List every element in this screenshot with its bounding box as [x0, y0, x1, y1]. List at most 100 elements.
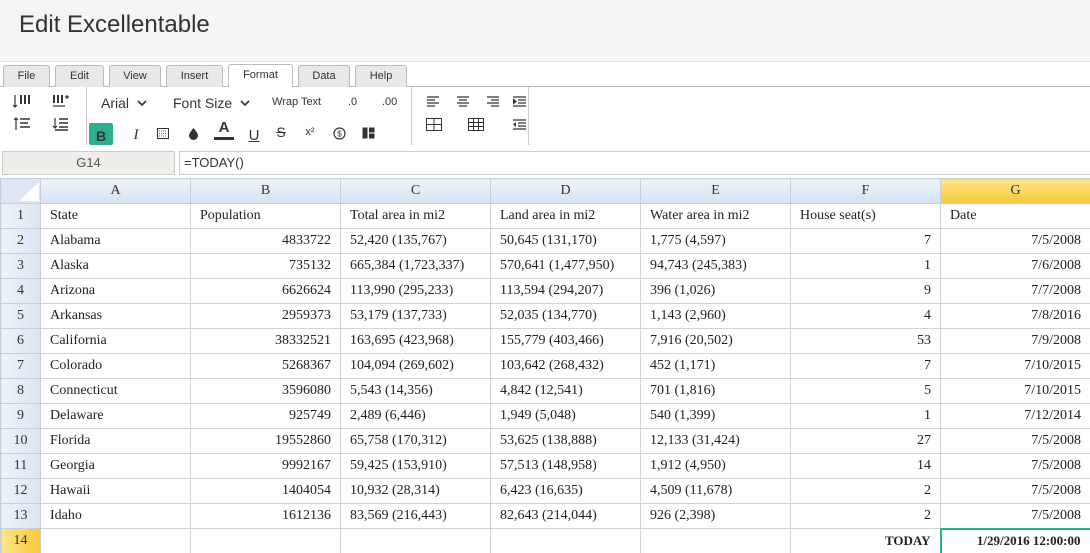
column-header-selected[interactable]: G [940, 178, 1090, 204]
column-header[interactable]: B [190, 178, 341, 204]
row-header[interactable]: 5 [0, 303, 41, 329]
column-header[interactable]: A [40, 178, 191, 204]
grid-cell[interactable]: Arizona [40, 278, 191, 304]
grid-cell[interactable]: 7 [790, 353, 941, 379]
row-header[interactable]: 2 [0, 228, 41, 254]
font-family-select[interactable]: Arial [101, 95, 147, 111]
underline-button[interactable]: U [244, 125, 264, 145]
row-header[interactable]: 8 [0, 378, 41, 404]
grid-cell[interactable]: 1 [790, 403, 941, 429]
grid-cell[interactable]: 82,643 (214,044) [490, 503, 641, 529]
grid-cell[interactable]: 7/6/2008 [940, 253, 1090, 279]
grid-cell[interactable]: 7/10/2015 [940, 378, 1090, 404]
grid-cell[interactable]: 735132 [190, 253, 341, 279]
grid-cell[interactable]: 452 (1,171) [640, 353, 791, 379]
grid-cell[interactable]: 113,990 (295,233) [340, 278, 491, 304]
column-header[interactable]: C [340, 178, 491, 204]
insert-row-icon[interactable] [12, 91, 32, 111]
grid-cell[interactable]: Total area in mi2 [340, 203, 491, 229]
grid-cell[interactable] [340, 528, 491, 553]
column-header[interactable]: E [640, 178, 791, 204]
increase-decimal-button[interactable]: .00 [382, 96, 397, 108]
grid-cell[interactable]: 53,179 (137,733) [340, 303, 491, 329]
grid-cell[interactable]: Date [940, 203, 1090, 229]
grid-cell[interactable]: 65,758 (170,312) [340, 428, 491, 454]
indent-icon[interactable] [509, 91, 529, 111]
grid-cell[interactable]: 53,625 (138,888) [490, 428, 641, 454]
grid-cell[interactable]: 52,035 (134,770) [490, 303, 641, 329]
row-header[interactable]: 6 [0, 328, 41, 354]
grid-cell[interactable] [640, 528, 791, 553]
bold-button[interactable]: B [89, 123, 113, 145]
fill-color-icon[interactable] [183, 123, 203, 143]
grid-cell[interactable]: 2959373 [190, 303, 341, 329]
grid-cell[interactable]: 6,423 (16,635) [490, 478, 641, 504]
tab-data[interactable]: Data [298, 65, 350, 87]
grid-cell[interactable]: California [40, 328, 191, 354]
formula-input[interactable]: =TODAY() [179, 151, 1090, 175]
cell-borders-icon[interactable] [424, 114, 444, 134]
indent-row-icon[interactable] [12, 114, 32, 134]
grid-cell[interactable]: Water area in mi2 [640, 203, 791, 229]
grid-cell[interactable]: 925749 [190, 403, 341, 429]
grid-cell[interactable]: 155,779 (403,466) [490, 328, 641, 354]
strikethrough-button[interactable]: S [271, 122, 291, 142]
grid-cell[interactable]: 1404054 [190, 478, 341, 504]
grid-cell[interactable]: 540 (1,399) [640, 403, 791, 429]
grid-cell[interactable]: 5,543 (14,356) [340, 378, 491, 404]
grid-cell[interactable] [490, 528, 641, 553]
grid-cell[interactable]: Arkansas [40, 303, 191, 329]
tab-format[interactable]: Format [228, 64, 293, 87]
grid-cell[interactable]: 7/5/2008 [940, 228, 1090, 254]
grid-cell[interactable]: House seat(s) [790, 203, 941, 229]
row-header[interactable]: 3 [0, 253, 41, 279]
grid-cell[interactable]: Georgia [40, 453, 191, 479]
grid-cell[interactable]: 4,509 (11,678) [640, 478, 791, 504]
grid-cell[interactable]: 1,912 (4,950) [640, 453, 791, 479]
grid-cell[interactable]: 38332521 [190, 328, 341, 354]
currency-icon[interactable]: $ [329, 123, 349, 143]
insert-column-icon[interactable] [51, 91, 71, 111]
grid-cell[interactable]: 53 [790, 328, 941, 354]
grid-cell[interactable]: 926 (2,398) [640, 503, 791, 529]
grid-cell[interactable]: 14 [790, 453, 941, 479]
grid-cell[interactable]: 5268367 [190, 353, 341, 379]
grid-cell[interactable]: 10,932 (28,314) [340, 478, 491, 504]
select-all-corner[interactable] [0, 178, 41, 204]
grid-cell[interactable]: Population [190, 203, 341, 229]
tab-view[interactable]: View [109, 65, 161, 87]
align-left-icon[interactable] [423, 91, 443, 111]
grid-cell[interactable]: Idaho [40, 503, 191, 529]
grid-cell[interactable]: 7/8/2016 [940, 303, 1090, 329]
grid-cell[interactable]: 9 [790, 278, 941, 304]
column-header[interactable]: F [790, 178, 941, 204]
grid-cell[interactable]: 2,489 (6,446) [340, 403, 491, 429]
row-header[interactable]: 1 [0, 203, 41, 229]
selected-cell[interactable]: 1/29/2016 12:00:00 [939, 527, 1090, 553]
font-color-button[interactable]: A [214, 120, 234, 140]
tab-edit[interactable]: Edit [55, 65, 104, 87]
grid-cell[interactable]: 7/7/2008 [940, 278, 1090, 304]
decrease-decimal-button[interactable]: .0 [348, 96, 357, 108]
grid-cell[interactable]: 5 [790, 378, 941, 404]
align-center-icon[interactable] [453, 91, 473, 111]
grid-cell[interactable]: 4833722 [190, 228, 341, 254]
grid-cell[interactable]: 7/5/2008 [940, 478, 1090, 504]
grid-cell[interactable]: 396 (1,026) [640, 278, 791, 304]
grid-cell[interactable]: Hawaii [40, 478, 191, 504]
grid-cell[interactable]: 7/9/2008 [940, 328, 1090, 354]
grid-cell[interactable]: 163,695 (423,968) [340, 328, 491, 354]
row-header[interactable]: 12 [0, 478, 41, 504]
row-header[interactable]: 13 [0, 503, 41, 529]
grid-cell[interactable]: 4,842 (12,541) [490, 378, 641, 404]
border-icon[interactable] [153, 123, 173, 143]
align-right-icon[interactable] [483, 91, 503, 111]
tab-file[interactable]: File [3, 65, 50, 87]
row-header[interactable]: 10 [0, 428, 41, 454]
grid-cell[interactable]: 7/12/2014 [940, 403, 1090, 429]
grid-cell[interactable]: 1,949 (5,048) [490, 403, 641, 429]
grid-cell[interactable]: 1,775 (4,597) [640, 228, 791, 254]
merge-cells-icon[interactable] [358, 123, 378, 143]
superscript-button[interactable]: x² [300, 122, 320, 142]
grid-cell[interactable]: 103,642 (268,432) [490, 353, 641, 379]
